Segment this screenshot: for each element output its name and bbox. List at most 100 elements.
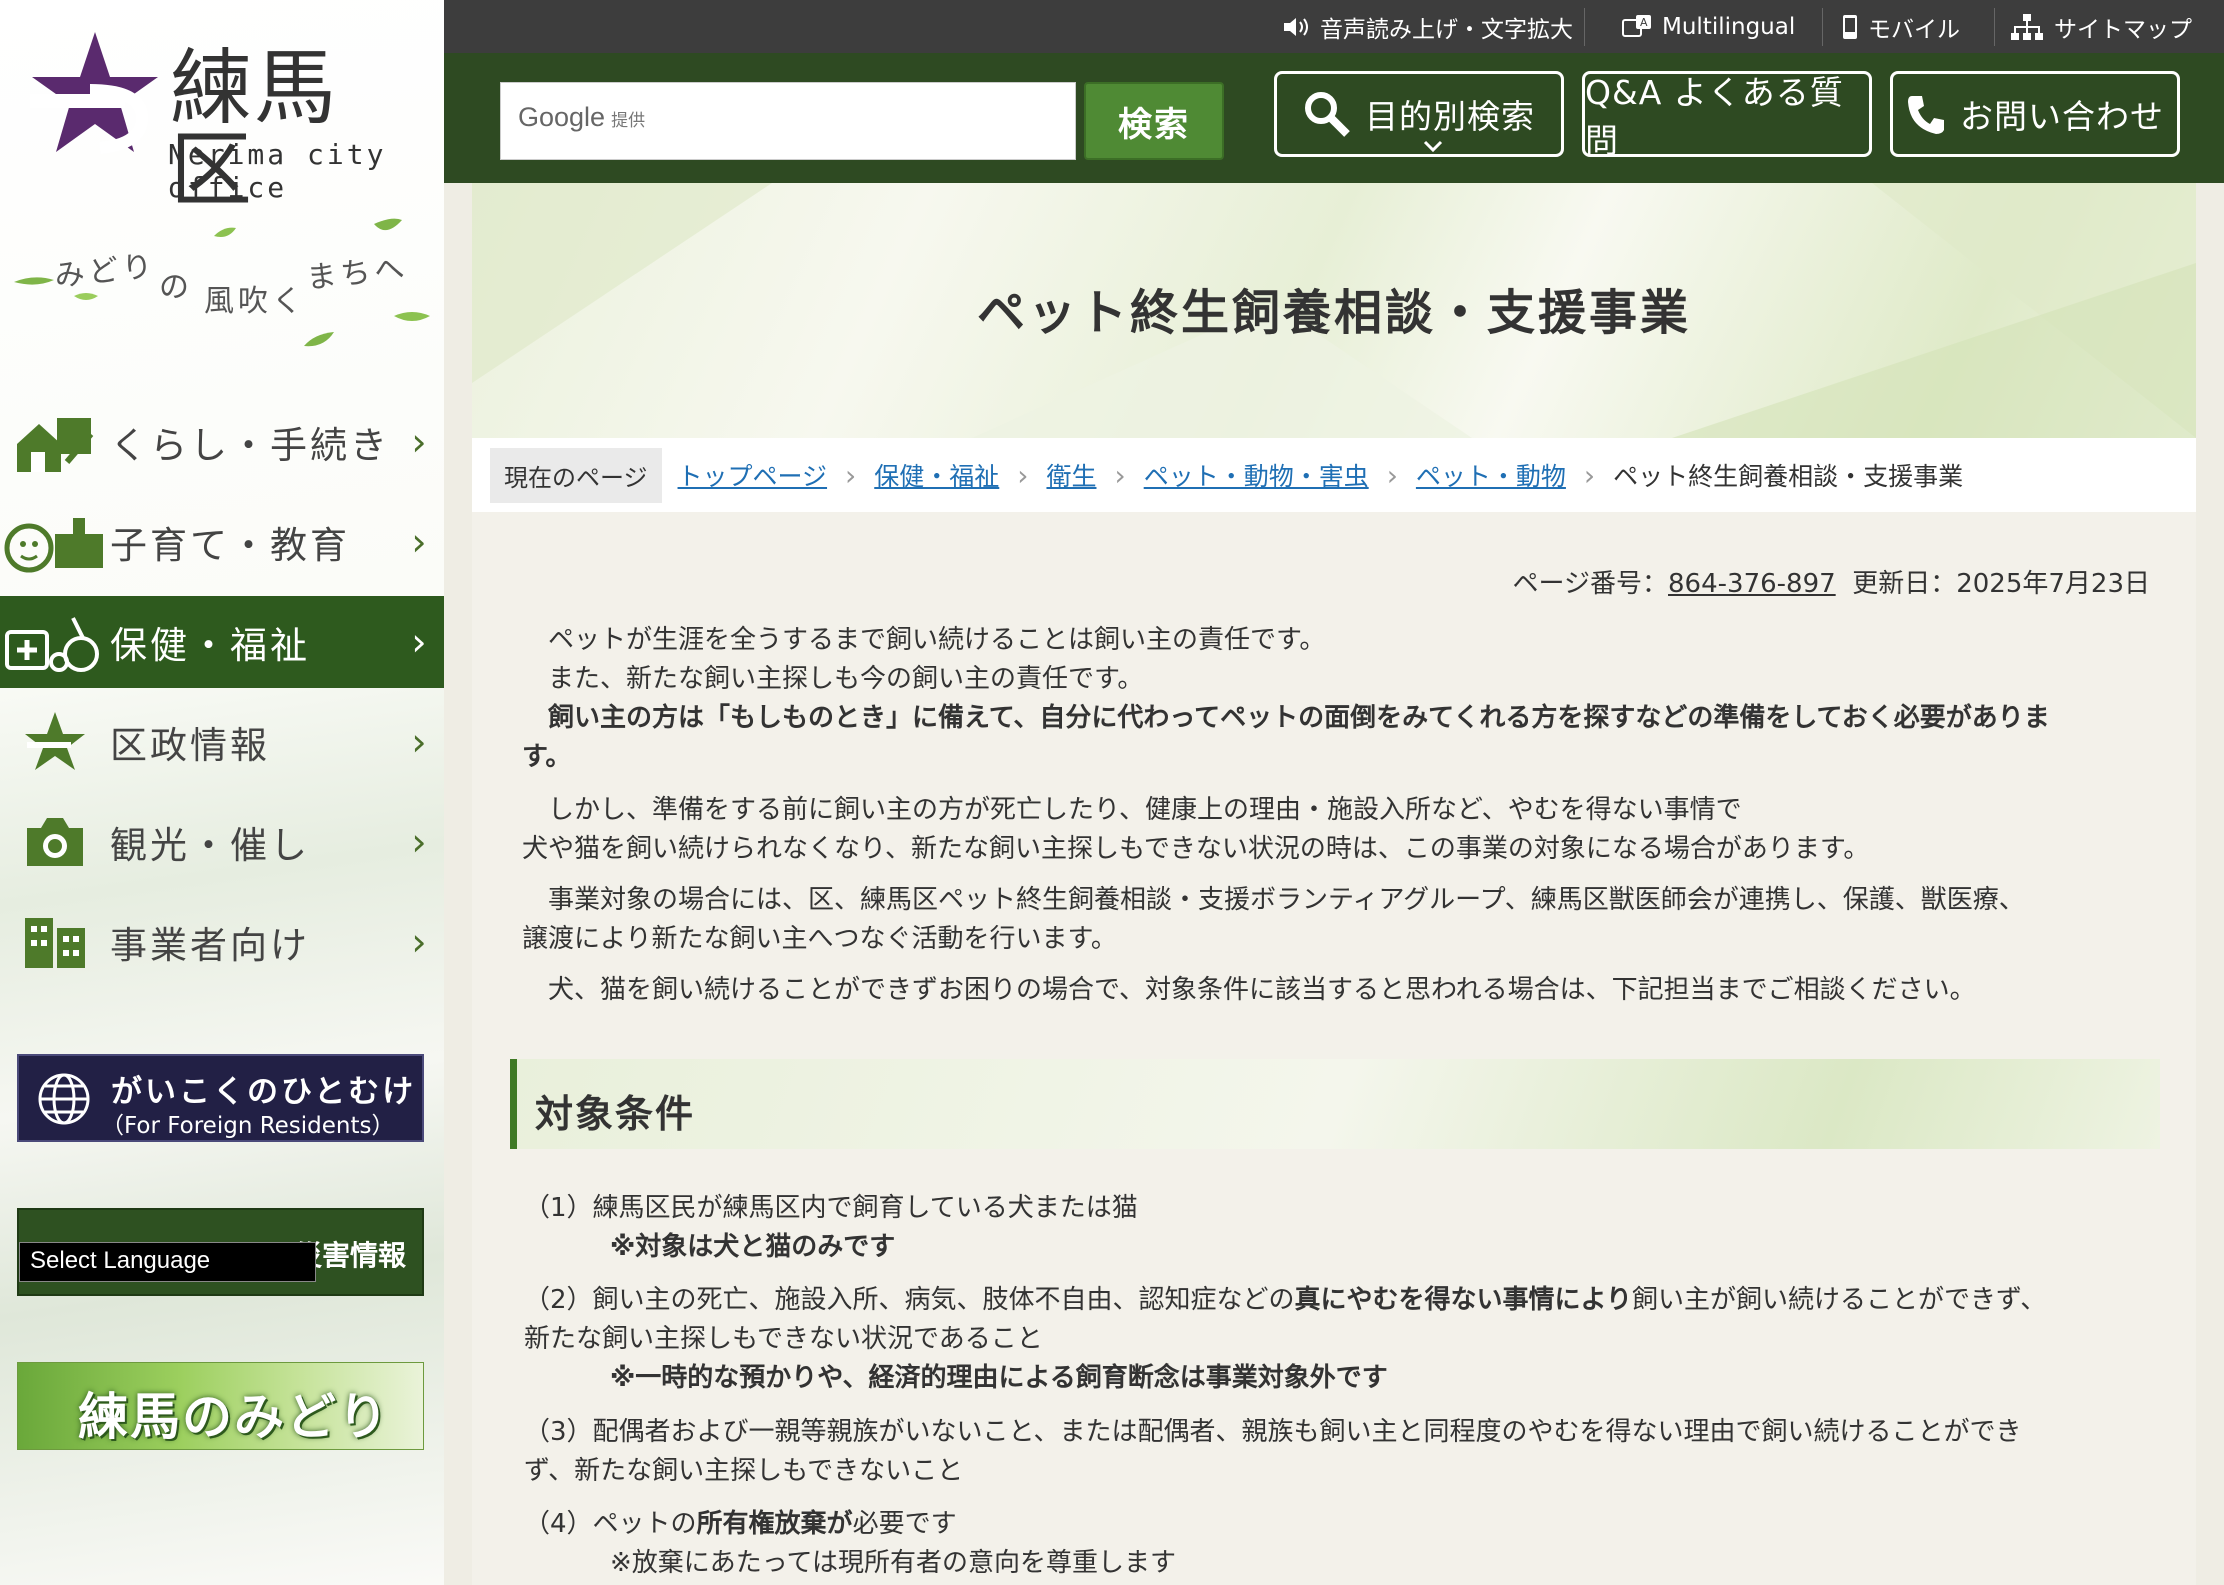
condition-2: （2）飼い主の死亡、施設入所、病気、肢体不自由、認知症などの真にやむを得ない事情…: [524, 1281, 2164, 1398]
search-input[interactable]: [500, 82, 1076, 160]
breadcrumb: 現在のページ トップページ › 保健・福祉 › 衛生 › ペット・動物・害虫 ›…: [472, 438, 2196, 512]
multilingual-label: Multilingual: [1662, 13, 1796, 40]
speaker-icon: [1284, 17, 1308, 36]
intro-line: しかし、準備をする前に飼い主の方が死亡したり、健康上の理由・施設入所など、やむを…: [522, 795, 1742, 825]
nav-item-childcare[interactable]: 子育て・教育 ›: [0, 496, 444, 588]
nav-item-government-info[interactable]: 区政情報 ›: [0, 696, 444, 788]
tagline-part-2: の: [159, 270, 189, 305]
language-select[interactable]: Select Language: [19, 1242, 316, 1282]
nav-item-living[interactable]: くらし・手続き ›: [0, 396, 444, 488]
intro-line: 犬、猫を飼い続けることができずお困りの場合で、対象条件に該当すると思われる場合は…: [522, 975, 1976, 1005]
voice-reader-label: 音声読み上げ・文字拡大: [1320, 16, 1573, 43]
breadcrumb-link-health-welfare[interactable]: 保健・福祉: [874, 457, 999, 493]
nav-item-label: 事業者向け: [110, 924, 310, 967]
condition-text: （1）練馬区民が練馬区内で飼育している犬または猫: [524, 1193, 1138, 1223]
contact-label: お問い合わせ: [1960, 97, 2164, 136]
nav-item-business[interactable]: 事業者向け ›: [0, 896, 444, 988]
sitemap-link[interactable]: サイトマップ: [2010, 0, 2192, 53]
nerima-star-emblem-icon: [30, 32, 158, 154]
nav-item-tourism-events[interactable]: 観光・催し ›: [0, 796, 444, 888]
nav-item-label: 観光・催し: [110, 824, 310, 867]
condition-note: ※放棄にあたっては現所有者の意向を尊重します: [610, 1548, 1176, 1578]
condition-text: 飼い主が飼い続けることができず、: [1632, 1285, 2047, 1315]
phone-icon: [1908, 96, 1944, 134]
multilingual-link[interactable]: A Multilingual: [1622, 0, 1795, 53]
title-band: ペット終生飼養相談・支援事業: [472, 183, 2196, 438]
sidebar: 練馬区 Nerima city office みどり の 風吹く まちへ くらし…: [0, 0, 444, 1585]
logo-subtitle: Nerima city office: [168, 138, 387, 204]
condition-text: （4）ペットの: [524, 1509, 697, 1539]
faq-button[interactable]: Q&A よくある質問: [1582, 71, 1872, 160]
faq-label: Q&A よくある質問: [1585, 73, 1844, 160]
intro-line: また、新たな飼い主探しも今の飼い主の責任です。: [522, 664, 1144, 694]
section-heading-text: 対象条件: [535, 1092, 696, 1136]
mobile-phone-icon: [1843, 14, 1857, 39]
sitemap-icon: [2011, 13, 2043, 40]
utility-divider: [1994, 8, 1995, 46]
nav-item-health-welfare[interactable]: 保健・福祉 ›: [0, 596, 444, 688]
condition-1: （1）練馬区民が練馬区内で飼育している犬または猫 ※対象は犬と猫のみです: [524, 1189, 2164, 1267]
svg-text:A: A: [1640, 16, 1648, 29]
nav-item-label: くらし・手続き: [110, 424, 390, 467]
intro-paragraph-2: しかし、準備をする前に飼い主の方が死亡したり、健康上の理由・施設入所など、やむを…: [522, 791, 2162, 869]
foreign-banner-line2: （For Foreign Residents）: [101, 1113, 395, 1139]
updated-date: 更新日：2025年7月23日: [1852, 569, 2150, 599]
chevron-down-icon: [1423, 140, 1443, 152]
midori-banner-text: 練馬のみどり: [78, 1388, 390, 1446]
condition-4: （4）ペットの所有権放棄が必要です ※放棄にあたっては現所有者の意向を尊重します: [524, 1505, 2164, 1583]
foreign-banner-line1: がいこくのひとむけ: [111, 1074, 417, 1110]
condition-text: ず、新たな飼い主探しもできないこと: [524, 1456, 964, 1486]
nav-item-label: 保健・福祉: [110, 624, 310, 667]
condition-3: （3）配偶者および一親等親族がいないこと、または配偶者、親族も飼い主と同程度のや…: [524, 1413, 2164, 1491]
foreign-residents-banner[interactable]: がいこくのひとむけ （For Foreign Residents）: [17, 1054, 424, 1142]
nerima-emblem-icon: [25, 712, 85, 770]
condition-text-bold: 所有権放棄が: [696, 1509, 853, 1539]
medical-wheelchair-icon: [5, 617, 99, 672]
intro-line-bold: す。: [522, 742, 572, 772]
breadcrumb-separator-icon: ›: [1017, 458, 1029, 492]
condition-text: 新たな飼い主探しもできない状況であること: [524, 1324, 1043, 1354]
condition-text: （2）飼い主の死亡、施設入所、病気、肢体不自由、認知症などの: [524, 1285, 1295, 1315]
voice-reader-link[interactable]: 音声読み上げ・文字拡大: [1282, 0, 1573, 53]
mobile-link[interactable]: モバイル: [1842, 0, 1960, 53]
building-icon: [25, 918, 85, 968]
nav-item-label: 子育て・教育: [110, 524, 350, 567]
camera-icon: [27, 818, 83, 866]
chevron-right-icon: ›: [411, 420, 427, 464]
chevron-right-icon: ›: [411, 920, 427, 964]
disaster-info-banner[interactable]: 災害情報 Select Language: [17, 1208, 424, 1296]
breadcrumb-link-top[interactable]: トップページ: [678, 457, 828, 493]
page-number-label: ページ番号：: [1512, 569, 1669, 599]
tagline: みどり の 風吹く まちへ: [14, 216, 434, 356]
site-logo[interactable]: 練馬区 Nerima city office: [30, 28, 420, 212]
main-content: ペット終生飼養相談・支援事業 現在のページ トップページ › 保健・福祉 › 衛…: [472, 183, 2196, 1585]
nav-item-label: 区政情報: [110, 724, 270, 767]
search-icon: [1305, 92, 1350, 137]
house-pen-icon: [17, 418, 94, 472]
intro-paragraph-3: 事業対象の場合には、区、練馬区ペット終生飼養相談・支援ボランティアグループ、練馬…: [522, 881, 2162, 959]
nerima-midori-banner[interactable]: 練馬のみどり: [17, 1362, 424, 1450]
page-number: 864-376-897: [1668, 569, 1836, 599]
condition-note: ※一時的な預かりや、経済的理由による飼育断念は事業対象外です: [610, 1363, 1388, 1393]
translate-icon: A: [1622, 14, 1651, 37]
sitemap-label: サイトマップ: [2054, 16, 2192, 43]
breadcrumb-separator-icon: ›: [845, 458, 857, 492]
utility-divider: [1822, 8, 1823, 46]
search-button[interactable]: 検索: [1084, 82, 1224, 160]
breadcrumb-separator-icon: ›: [1583, 458, 1596, 492]
utility-bar: 音声読み上げ・文字拡大 A Multilingual モバイル サイトマップ: [444, 0, 2224, 53]
breadcrumb-separator-icon: ›: [1114, 458, 1126, 492]
contact-button[interactable]: お問い合わせ: [1890, 71, 2180, 157]
breadcrumb-link-pets-animals[interactable]: ペット・動物: [1416, 457, 1566, 493]
purpose-search-button[interactable]: 目的別検索: [1274, 71, 1564, 157]
tagline-part-3: 風吹く: [204, 284, 306, 319]
mobile-label: モバイル: [1868, 16, 1960, 43]
condition-text: 必要です: [852, 1509, 957, 1539]
breadcrumb-link-hygiene[interactable]: 衛生: [1046, 457, 1096, 493]
intro-line: 譲渡により新たな飼い主へつなぐ活動を行います。: [522, 924, 1117, 954]
chevron-right-icon: ›: [411, 820, 427, 864]
breadcrumb-link-pets-animals-pests[interactable]: ペット・動物・害虫: [1144, 457, 1369, 493]
chevron-right-icon: ›: [411, 620, 427, 664]
purpose-search-label: 目的別検索: [1365, 97, 1535, 136]
intro-line-bold: 飼い主の方は「もしものとき」に備えて、自分に代わってペットの面倒をみてくれる方を…: [522, 703, 2050, 733]
